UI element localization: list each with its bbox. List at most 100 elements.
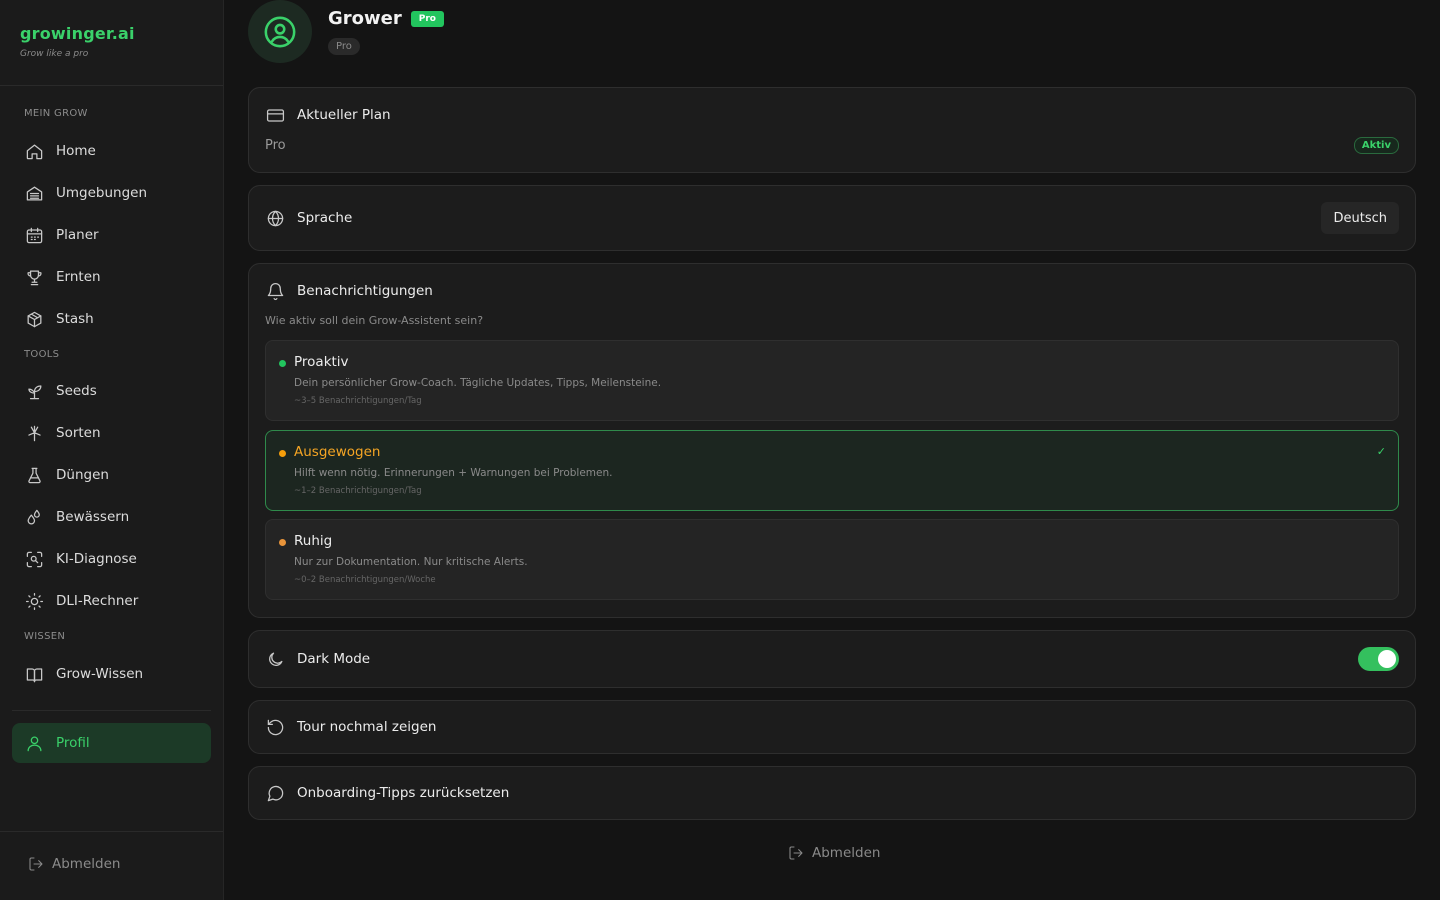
option-title: Ruhig: [294, 533, 333, 549]
rotate-ccw-icon: [265, 717, 285, 737]
option-frequency: ~1–2 Benachrichtigungen/Tag: [294, 486, 422, 496]
sidebar-item-ki-diagnose[interactable]: KI-Diagnose: [12, 539, 211, 579]
tour-card[interactable]: Tour nochmal zeigen: [248, 700, 1416, 754]
sidebar-item-ernten[interactable]: Ernten: [12, 257, 211, 297]
logout-label: Abmelden: [52, 856, 121, 872]
sidebar: growinger.ai Grow like a pro MEIN GROW H…: [0, 0, 224, 900]
plan-card: Aktueller Plan Pro Aktiv: [248, 87, 1416, 173]
sidebar-divider: [12, 710, 211, 711]
brand-tagline: Grow like a pro: [20, 49, 89, 59]
home-icon: [24, 141, 44, 161]
option-dot: [279, 539, 286, 546]
dark-mode-toggle[interactable]: [1358, 647, 1399, 671]
option-description: Hilft wenn nötig. Erinnerungen + Warnung…: [294, 467, 613, 479]
onboarding-card[interactable]: Onboarding-Tipps zurücksetzen: [248, 766, 1416, 820]
brand[interactable]: growinger.ai Grow like a pro: [20, 24, 135, 59]
box-icon: [24, 309, 44, 329]
sidebar-item-stash[interactable]: Stash: [12, 299, 211, 339]
strain-icon: [24, 423, 44, 443]
sidebar-item-label: DLI-Rechner: [56, 593, 139, 609]
logout-icon: [789, 846, 803, 860]
globe-icon: [265, 208, 285, 228]
option-dot: [279, 450, 286, 457]
section-label-mein-grow: MEIN GROW: [24, 108, 88, 119]
brand-name: growinger.ai: [20, 24, 135, 43]
onboarding-title: Onboarding-Tipps zurücksetzen: [297, 785, 510, 801]
option-frequency: ~0–2 Benachrichtigungen/Woche: [294, 575, 436, 585]
calendar-icon: [24, 225, 44, 245]
message-circle-icon: [265, 783, 285, 803]
bell-icon: [265, 281, 285, 301]
option-frequency: ~3–5 Benachrichtigungen/Tag: [294, 396, 422, 406]
sidebar-item-dli-rechner[interactable]: DLI-Rechner: [12, 581, 211, 621]
sidebar-item-bewaessern[interactable]: Bewässern: [12, 497, 211, 537]
logout-icon: [29, 857, 43, 871]
user-icon: [24, 733, 44, 753]
sidebar-item-duengen[interactable]: Düngen: [12, 455, 211, 495]
sidebar-item-sorten[interactable]: Sorten: [12, 413, 211, 453]
plan-card-title: Aktueller Plan: [297, 107, 391, 123]
sidebar-item-label: Grow-Wissen: [56, 666, 144, 682]
sidebar-item-home[interactable]: Home: [12, 131, 211, 171]
sidebar-item-label: Home: [56, 143, 96, 159]
language-row: Sprache: [249, 186, 1415, 250]
sidebar-divider: [0, 85, 223, 86]
sidebar-logout-button[interactable]: Abmelden: [28, 856, 120, 872]
sun-icon: [24, 591, 44, 611]
option-title: Ausgewogen: [294, 444, 381, 460]
sidebar-divider: [0, 831, 223, 832]
option-description: Nur zur Dokumentation. Nur kritische Ale…: [294, 556, 528, 568]
option-dot: [279, 360, 286, 367]
sidebar-item-label: Profil: [56, 735, 90, 751]
sprout-icon: [24, 381, 44, 401]
logout-button[interactable]: Abmelden: [788, 845, 880, 861]
dark-mode-card: Dark Mode: [248, 630, 1416, 688]
sidebar-item-label: Umgebungen: [56, 185, 148, 201]
droplets-icon: [24, 507, 44, 527]
notifications-card: Benachrichtigungen Wie aktiv soll dein G…: [248, 263, 1416, 618]
check-icon: ✓: [1376, 445, 1386, 458]
language-title: Sprache: [297, 210, 353, 226]
profile-name: Grower Pro: [328, 8, 444, 29]
sidebar-item-seeds[interactable]: Seeds: [12, 371, 211, 411]
moon-icon: [265, 649, 285, 669]
sidebar-item-label: Planer: [56, 227, 99, 243]
section-label-tools: TOOLS: [24, 349, 60, 360]
plan-card-header: Aktueller Plan: [265, 105, 391, 125]
onboarding-row: Onboarding-Tipps zurücksetzen: [249, 767, 1415, 819]
option-description: Dein persönlicher Grow-Coach. Tägliche U…: [294, 377, 662, 389]
tour-title: Tour nochmal zeigen: [297, 719, 437, 735]
sidebar-item-label: Stash: [56, 311, 94, 327]
sidebar-item-label: Bewässern: [56, 509, 130, 525]
plan-chip: Pro: [328, 38, 360, 55]
tour-row: Tour nochmal zeigen: [249, 701, 1415, 753]
sidebar-item-grow-wissen[interactable]: Grow-Wissen: [12, 654, 211, 694]
scan-icon: [24, 549, 44, 569]
language-select[interactable]: Deutsch: [1321, 202, 1399, 234]
status-badge: Aktiv: [1353, 137, 1399, 154]
toggle-knob: [1378, 650, 1396, 668]
option-ausgewogen[interactable]: Ausgewogen Hilft wenn nötig. Erinnerunge…: [265, 430, 1399, 511]
sidebar-item-label: Ernten: [56, 269, 101, 285]
option-title: Proaktiv: [294, 354, 349, 370]
notifications-subtitle: Wie aktiv soll dein Grow-Assistent sein?: [265, 314, 484, 327]
sidebar-item-profil[interactable]: Profil: [12, 723, 211, 763]
credit-card-icon: [265, 105, 285, 125]
notifications-header: Benachrichtigungen: [265, 281, 433, 301]
option-ruhig[interactable]: Ruhig Nur zur Dokumentation. Nur kritisc…: [265, 519, 1399, 600]
book-icon: [24, 664, 44, 684]
sidebar-item-umgebungen[interactable]: Umgebungen: [12, 173, 211, 213]
user-circle-icon: [264, 16, 296, 47]
language-card: Sprache Deutsch: [248, 185, 1416, 251]
profile-name-text: Grower: [328, 8, 402, 29]
dark-mode-title: Dark Mode: [297, 651, 371, 667]
flask-icon: [24, 465, 44, 485]
avatar: [248, 0, 312, 63]
sidebar-item-planer[interactable]: Planer: [12, 215, 211, 255]
logout-label: Abmelden: [812, 845, 881, 861]
option-proaktiv[interactable]: Proaktiv Dein persönlicher Grow-Coach. T…: [265, 340, 1399, 421]
pro-badge: Pro: [410, 10, 444, 27]
tent-icon: [24, 183, 44, 203]
sidebar-item-label: Düngen: [56, 467, 109, 483]
sidebar-item-label: Seeds: [56, 383, 97, 399]
